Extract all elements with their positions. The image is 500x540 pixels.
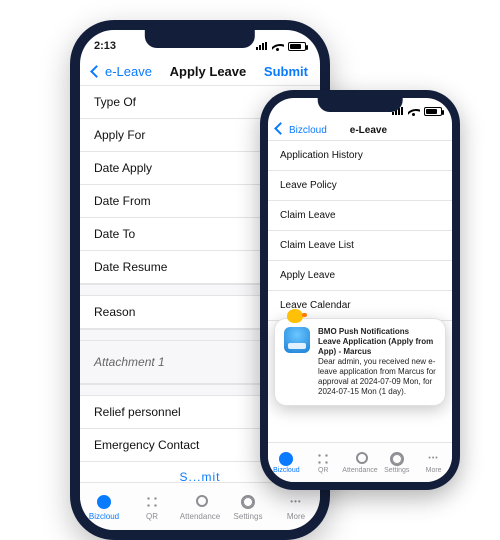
push-subtitle: Leave Application (Apply from App) - Mar… [318,337,436,357]
signal-icon [256,42,268,50]
tab-label: Settings [234,512,263,521]
nav-back-button[interactable]: Bizcloud [276,124,327,136]
nav-title: e-Leave [350,125,387,136]
push-title: BMO Push Notifications [318,327,436,337]
tab-more[interactable]: More [415,451,452,474]
menu-application-history[interactable]: Application History [268,141,452,171]
qr-icon [145,495,159,509]
nav-title: Apply Leave [170,64,247,79]
attendance-icon [353,452,367,466]
tab-bizcloud[interactable]: Bizcloud [268,451,305,474]
menu-apply-leave[interactable]: Apply Leave [268,261,452,291]
nav-bar: Bizcloud e-Leave [268,122,452,141]
tab-label: QR [146,512,158,521]
row-label: Type Of [94,95,136,109]
tab-label: Attendance [180,512,220,521]
wifi-icon [408,106,420,116]
row-label: Date From [94,194,151,208]
tab-label: More [287,512,305,521]
row-label: Date Resume [94,260,167,274]
more-icon [426,451,441,466]
status-time [278,106,280,116]
notch [318,98,403,112]
tab-label: Attendance [342,467,377,474]
nav-submit-button[interactable]: Submit [264,64,308,79]
row-label: Reason [94,305,135,319]
row-label: Relief personnel [94,405,181,419]
tab-bizcloud[interactable]: Bizcloud [80,493,128,521]
row-label: Emergency Contact [94,438,199,452]
tab-qr[interactable]: QR [128,493,176,521]
notch [145,30,255,48]
tab-bar: Bizcloud QR Attendance Settings More [268,442,452,482]
tab-label: Bizcloud [89,512,119,521]
battery-icon [424,107,442,116]
bizcloud-icon [279,452,293,466]
tab-label: Settings [384,467,409,474]
push-body: Dear admin, you received new e-leave app… [318,357,436,397]
nav-back-button[interactable]: e-Leave [92,64,152,79]
gear-icon [241,495,255,509]
tab-bar: Bizcloud QR Attendance Settings More [80,482,320,530]
row-label: Date To [94,227,135,241]
menu-claim-leave-list[interactable]: Claim Leave List [268,231,452,261]
duck-icon [287,309,303,323]
tab-qr[interactable]: QR [305,451,342,474]
tab-settings[interactable]: Settings [224,493,272,521]
nav-bar: e-Leave Apply Leave Submit [80,60,320,86]
more-icon [287,493,305,511]
screen-small: Bizcloud e-Leave Application History Lea… [268,98,452,482]
bizcloud-icon [97,495,111,509]
attachment-label: Attachment 1 [94,355,165,369]
push-notification[interactable]: BMO Push Notifications Leave Application… [274,318,446,406]
status-time: 2:13 [94,40,116,52]
nav-back-label: Bizcloud [289,125,327,136]
tab-more[interactable]: More [272,493,320,521]
tab-label: QR [318,467,329,474]
phone-small: Bizcloud e-Leave Application History Lea… [260,90,460,490]
menu-leave-policy[interactable]: Leave Policy [268,171,452,201]
battery-icon [288,42,306,51]
push-app-icon [284,327,310,353]
nav-back-label: e-Leave [105,64,152,79]
qr-icon [316,452,330,466]
row-label: Date Apply [94,161,152,175]
tab-attendance[interactable]: Attendance [342,451,379,474]
row-label: Apply For [94,128,145,142]
tab-settings[interactable]: Settings [378,451,415,474]
attendance-icon [193,495,207,509]
tab-label: More [426,467,442,474]
menu-claim-leave[interactable]: Claim Leave [268,201,452,231]
wifi-icon [272,41,284,51]
tab-attendance[interactable]: Attendance [176,493,224,521]
chevron-left-icon [276,124,287,136]
chevron-left-icon [92,64,103,79]
gear-icon [390,452,404,466]
tab-label: Bizcloud [273,467,299,474]
